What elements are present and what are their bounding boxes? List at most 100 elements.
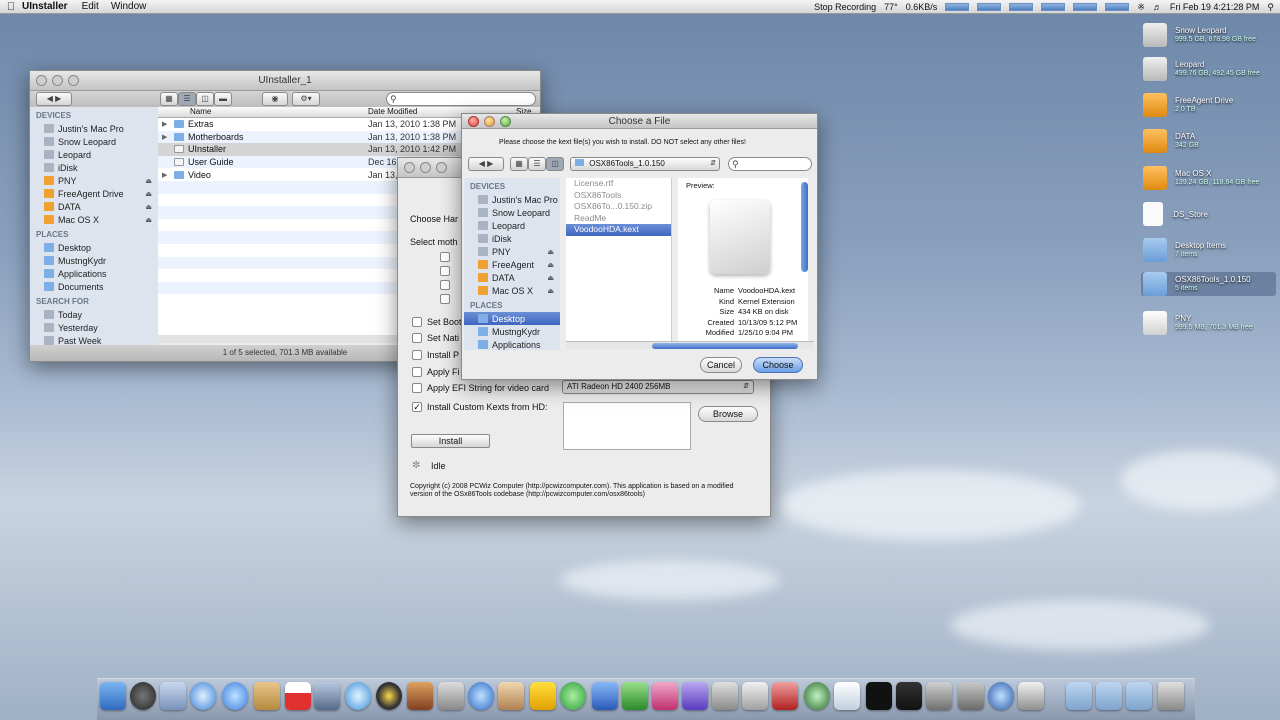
sidebar-device[interactable]: iDisk bbox=[30, 161, 158, 174]
utility-dock-icon[interactable] bbox=[742, 682, 768, 710]
sidebar-place[interactable]: MustngKydr bbox=[30, 254, 158, 267]
sidebar-search[interactable]: Today bbox=[30, 308, 158, 321]
recorder-dock-icon[interactable] bbox=[772, 682, 798, 710]
option-checkbox[interactable] bbox=[440, 252, 450, 262]
option-checkbox[interactable] bbox=[440, 294, 450, 304]
cancel-button[interactable]: Cancel bbox=[700, 357, 742, 373]
list-view-button[interactable]: ☰ bbox=[528, 157, 546, 171]
icon-view-button[interactable]: ▦ bbox=[510, 157, 528, 171]
apple-menu-icon[interactable]:  bbox=[0, 1, 22, 13]
dialog-horizontal-scrollbar[interactable] bbox=[566, 341, 814, 349]
stop-recording-item[interactable]: Stop Recording bbox=[814, 2, 876, 12]
sidebar-device[interactable]: DATA ⏏ bbox=[464, 271, 560, 284]
install-p-checkbox[interactable] bbox=[412, 350, 422, 360]
finder-search-input[interactable]: ⚲ bbox=[386, 92, 536, 106]
zoom-button[interactable] bbox=[500, 116, 511, 127]
messenger-dock-icon[interactable] bbox=[560, 682, 586, 710]
dashboard-dock-icon[interactable] bbox=[130, 682, 156, 710]
spotlight-icon[interactable]: ⚲ bbox=[1267, 2, 1274, 13]
desktop-folder-selected[interactable]: OSX86Tools_1.0.150 5 items bbox=[1141, 272, 1276, 296]
minimize-button[interactable] bbox=[52, 75, 63, 86]
sidebar-device[interactable]: PNY ⏏ bbox=[464, 245, 560, 258]
option-checkbox[interactable] bbox=[440, 280, 450, 290]
dialog-search-input[interactable]: ⚲ bbox=[728, 157, 812, 171]
sidebar-device[interactable]: Snow Leopard bbox=[30, 135, 158, 148]
path-popup[interactable]: OSX86Tools_1.0.150 ⇵ bbox=[570, 157, 720, 171]
column-view-button[interactable]: ◫ bbox=[546, 157, 564, 171]
option-checkbox[interactable] bbox=[440, 266, 450, 276]
sidebar-device[interactable]: Leopard bbox=[30, 148, 158, 161]
action-gear-button[interactable]: ⚙▾ bbox=[292, 92, 320, 106]
ichat-dock-icon[interactable] bbox=[222, 682, 248, 710]
screenshot-dock-icon[interactable] bbox=[712, 682, 738, 710]
file-item[interactable]: License.rtf bbox=[566, 178, 671, 190]
office-powerpoint-dock-icon[interactable] bbox=[652, 682, 678, 710]
back-forward-button[interactable]: ◀ ▶ bbox=[468, 157, 504, 171]
sidebar-device[interactable]: Mac OS X ⏏ bbox=[30, 213, 158, 226]
sidebar-device[interactable]: Snow Leopard bbox=[464, 206, 560, 219]
desktop-file[interactable]: .DS_Store bbox=[1143, 202, 1278, 226]
column-name[interactable]: Name bbox=[190, 107, 211, 116]
eject-icon[interactable]: ⏏ bbox=[547, 287, 554, 295]
app-menu[interactable]: UInstaller bbox=[22, 1, 68, 12]
desktop-volume[interactable]: Leopard 499.76 GB, 492.45 GB free bbox=[1143, 57, 1278, 81]
menu-window[interactable]: Window bbox=[111, 1, 147, 12]
clock[interactable]: Fri Feb 19 4:21:28 PM bbox=[1170, 2, 1260, 12]
sidebar-device[interactable]: Justin's Mac Pro bbox=[464, 193, 560, 206]
kexts-list-box[interactable] bbox=[563, 402, 691, 450]
dialog-titlebar[interactable]: Choose a File bbox=[462, 114, 817, 129]
printer-dock-icon[interactable] bbox=[1018, 682, 1044, 710]
close-button[interactable] bbox=[36, 75, 47, 86]
sidebar-device[interactable]: FreeAgent Drive ⏏ bbox=[30, 187, 158, 200]
volume-icon[interactable]: ♬ bbox=[1153, 2, 1162, 12]
preview-scrollbar[interactable] bbox=[801, 182, 808, 272]
column-view-button[interactable]: ◫ bbox=[196, 92, 214, 106]
disk-utility-dock-icon[interactable] bbox=[926, 682, 952, 710]
video-card-select[interactable]: ATI Radeon HD 2400 256MB ⇵ bbox=[562, 380, 754, 394]
address-book-dock-icon[interactable] bbox=[254, 682, 280, 710]
safari-dock-icon[interactable] bbox=[190, 682, 216, 710]
file-item-selected[interactable]: VoodooHDA.kext bbox=[566, 224, 671, 236]
bluetooth-icon[interactable]: ※ bbox=[1137, 2, 1145, 13]
browse-button[interactable]: Browse bbox=[698, 406, 758, 422]
file-item[interactable]: ReadMe bbox=[566, 213, 671, 225]
eject-icon[interactable]: ⏏ bbox=[145, 190, 152, 198]
photo-app-dock-icon[interactable] bbox=[407, 682, 433, 710]
file-item[interactable]: OSX86To...0.150.zip bbox=[566, 201, 671, 213]
zoom-button[interactable] bbox=[68, 75, 79, 86]
iphoto-dock-icon[interactable] bbox=[314, 682, 340, 710]
desktop-volume[interactable]: DATA 342 GB bbox=[1143, 129, 1278, 153]
sidebar-device[interactable]: Leopard bbox=[464, 219, 560, 232]
scroll-thumb[interactable] bbox=[652, 343, 798, 349]
system-preferences-dock-icon[interactable] bbox=[958, 682, 984, 710]
entourage-dock-icon[interactable] bbox=[682, 682, 708, 710]
sidebar-place[interactable]: Documents bbox=[30, 280, 158, 293]
sidebar-place[interactable]: MustngKydr bbox=[464, 325, 560, 338]
sidebar-search[interactable]: Yesterday bbox=[30, 321, 158, 334]
desktop-volume[interactable]: Mac OS X 139.24 GB, 118.84 GB free bbox=[1143, 166, 1278, 190]
network-dock-icon[interactable] bbox=[988, 682, 1014, 710]
sidebar-device[interactable]: FreeAgent ⏏ bbox=[464, 258, 560, 271]
sidebar-place[interactable]: Applications bbox=[464, 338, 560, 351]
set-native-checkbox[interactable] bbox=[412, 333, 422, 343]
apply-fi-checkbox[interactable] bbox=[412, 367, 422, 377]
custom-kexts-checkbox[interactable]: ✓ bbox=[412, 402, 422, 412]
activity-monitor-dock-icon[interactable] bbox=[896, 682, 922, 710]
choose-button[interactable]: Choose bbox=[753, 357, 803, 373]
eject-icon[interactable]: ⏏ bbox=[547, 274, 554, 282]
sidebar-device[interactable]: PNY ⏏ bbox=[30, 174, 158, 187]
office-word-dock-icon[interactable] bbox=[592, 682, 618, 710]
file-item[interactable]: OSX86Tools bbox=[566, 190, 671, 202]
install-button[interactable]: Install bbox=[411, 434, 490, 448]
quicktime-dock-icon[interactable] bbox=[468, 682, 494, 710]
ical-dock-icon[interactable] bbox=[285, 682, 311, 710]
icon-view-button[interactable]: ▦ bbox=[160, 92, 178, 106]
documents-stack-dock-icon[interactable] bbox=[1096, 682, 1122, 710]
menu-edit[interactable]: Edit bbox=[82, 1, 99, 12]
office-excel-dock-icon[interactable] bbox=[622, 682, 648, 710]
itunes-dock-icon[interactable] bbox=[345, 682, 371, 710]
media-dock-icon[interactable] bbox=[376, 682, 402, 710]
sidebar-device[interactable]: iDisk bbox=[464, 232, 560, 245]
time-machine-dock-icon[interactable] bbox=[804, 682, 830, 710]
close-button[interactable] bbox=[468, 116, 479, 127]
